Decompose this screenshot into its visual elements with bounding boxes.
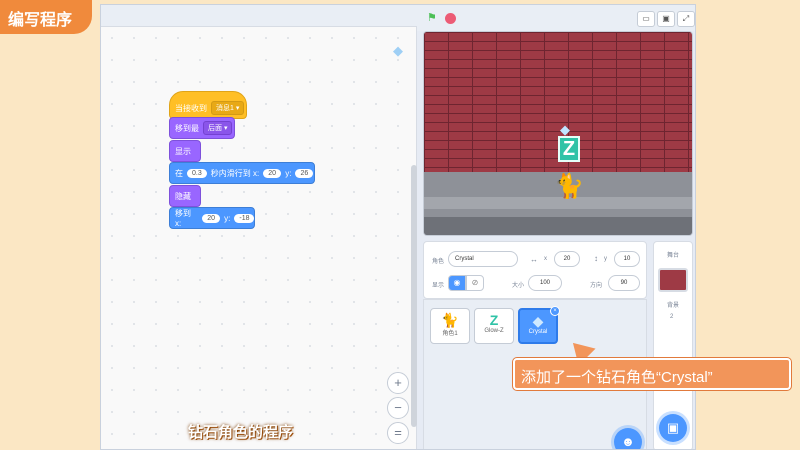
- stage-panel[interactable]: 舞台 背景 2 ▣: [653, 241, 693, 449]
- show-eye-icon[interactable]: ◉: [448, 275, 466, 291]
- sprite-thumb-label: 角色1: [442, 331, 458, 337]
- block-label: 移到 x:: [175, 209, 191, 228]
- code-area[interactable]: ◆ 当接收到 消息1 ▾ 移到最 后面 ▾ 显示 在 0.3 秒内滑行到 x: …: [101, 5, 417, 449]
- sprite-thumb-crystal[interactable]: ◆ Crystal ×: [518, 306, 560, 344]
- cat-icon: 🐈: [441, 312, 459, 328]
- direction-label: 方向: [590, 283, 603, 289]
- add-backdrop-button[interactable]: ▣: [659, 414, 687, 442]
- callout-annotation: 添加了一个钻石角色“Crystal”: [513, 358, 791, 390]
- sprite-thumb-glow-z[interactable]: Z Glow-Z: [474, 308, 514, 344]
- x-label: x: [544, 256, 547, 262]
- layer-dropdown[interactable]: 后面 ▾: [203, 121, 233, 135]
- crystal-icon: ◆: [532, 313, 544, 329]
- message-dropdown[interactable]: 消息1 ▾: [211, 101, 245, 115]
- crystal-sprite-icon[interactable]: ◆: [560, 122, 576, 137]
- sprite-info-panel: 角色 Crystal ↔ x 20 ↕ y 10 显示 ◉ ⊘ 大小 100 方…: [423, 241, 647, 299]
- sprite-name-label: 角色: [432, 259, 445, 265]
- size-label: 大小: [512, 283, 525, 289]
- go-to-layer-block[interactable]: 移到最 后面 ▾: [169, 117, 235, 139]
- x-arrows-icon: ↔: [530, 255, 538, 264]
- glide-block[interactable]: 在 0.3 秒内滑行到 x: 20 y: 26: [169, 162, 315, 184]
- secs-input[interactable]: 0.3: [187, 168, 207, 178]
- zoom-out-button[interactable]: −: [387, 397, 409, 419]
- block-label: 移到最: [175, 123, 199, 133]
- hide-eye-icon[interactable]: ⊘: [466, 275, 484, 291]
- hide-block[interactable]: 隐藏: [169, 185, 201, 207]
- glow-z-sprite[interactable]: Z: [558, 136, 580, 162]
- block-label: y:: [285, 168, 292, 178]
- block-label: 当接收到: [175, 103, 207, 113]
- y-input[interactable]: 26: [295, 168, 314, 178]
- stage[interactable]: ◆ Z 🐈: [423, 31, 693, 236]
- subtitle-caption: 钻石角色的程序: [188, 424, 294, 441]
- y-arrows-icon: ↕: [594, 254, 598, 263]
- backdrop-label: 背景: [667, 303, 680, 309]
- show-block[interactable]: 显示: [169, 140, 201, 162]
- x-input[interactable]: 20: [202, 213, 221, 223]
- cat-add-icon: ☻: [621, 434, 635, 449]
- image-add-icon: ▣: [666, 420, 680, 435]
- block-label: 显示: [175, 146, 191, 156]
- small-stage-button[interactable]: ▭: [637, 11, 655, 27]
- z-icon: Z: [489, 312, 499, 328]
- backdrop-count: 2: [670, 314, 674, 320]
- large-stage-button[interactable]: ▣: [657, 11, 675, 27]
- zoom-in-button[interactable]: +: [387, 372, 409, 394]
- cat-sprite-icon[interactable]: 🐈: [554, 172, 584, 202]
- sprite-thumb-label: Glow-Z: [484, 328, 504, 334]
- direction-field[interactable]: 90: [608, 275, 640, 291]
- fullscreen-button[interactable]: ⤢: [677, 11, 695, 27]
- y-field[interactable]: 10: [614, 251, 640, 267]
- sprite-thumb-label: Crystal: [528, 329, 548, 335]
- goto-xy-block[interactable]: 移到 x: 20 y: -18: [169, 207, 255, 229]
- sprite-thumb-cat[interactable]: 🐈 角色1: [430, 308, 470, 344]
- floor-edge: [424, 217, 692, 235]
- block-label: 隐藏: [175, 191, 191, 201]
- zoom-reset-button[interactable]: =: [387, 422, 409, 444]
- y-input[interactable]: -18: [234, 213, 254, 223]
- green-flag-icon[interactable]: ⚑: [427, 13, 439, 24]
- size-field[interactable]: 100: [528, 275, 562, 291]
- show-label: 显示: [432, 283, 445, 289]
- when-receive-block[interactable]: 当接收到 消息1 ▾: [169, 91, 247, 119]
- code-area-toolbar: [101, 5, 417, 27]
- code-scrollbar[interactable]: [411, 165, 417, 427]
- x-field[interactable]: 20: [554, 251, 580, 267]
- block-label: y:: [224, 213, 231, 223]
- block-label: 在: [175, 168, 183, 178]
- stage-panel-title: 舞台: [667, 253, 680, 259]
- y-label: y: [604, 256, 607, 262]
- backdrop-thumbnail[interactable]: [658, 268, 688, 292]
- corner-title: 编写程序: [0, 0, 92, 34]
- delete-sprite-icon[interactable]: ×: [550, 306, 560, 316]
- sprite-crystal-icon: ◆: [393, 43, 403, 58]
- stop-icon[interactable]: [445, 13, 456, 24]
- sprite-name-field[interactable]: Crystal: [448, 251, 518, 267]
- add-sprite-button[interactable]: ☻: [614, 428, 642, 449]
- block-label: 秒内滑行到 x:: [210, 168, 260, 178]
- x-input[interactable]: 20: [263, 168, 282, 178]
